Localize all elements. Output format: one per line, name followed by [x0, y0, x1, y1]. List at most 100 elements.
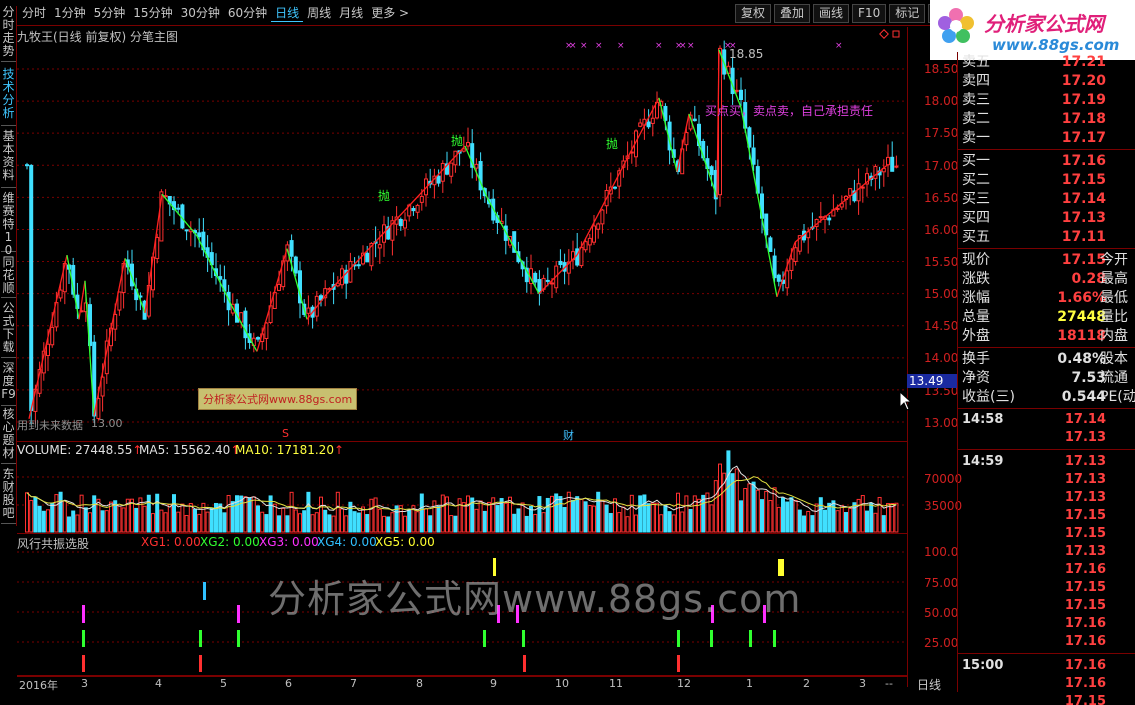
- volume-bar: [802, 515, 806, 533]
- f10-button[interactable]: F10: [852, 4, 887, 23]
- period-tab-weekly[interactable]: 周线: [303, 5, 335, 22]
- volume-bar: [340, 508, 344, 533]
- ask-price[interactable]: 17.20: [1062, 72, 1106, 90]
- main-chart-pane[interactable]: × × × × × × × × × × × × 九牧王(日线 前复权) 分笔主图 买点买，卖点卖，自己…: [17, 27, 907, 442]
- stat-value: 18118: [1057, 328, 1106, 344]
- period-tab-daily[interactable]: 日线: [271, 5, 304, 22]
- ask-row: 卖一 17.17: [960, 129, 1134, 147]
- period-tab-4[interactable]: 15分钟: [129, 5, 176, 22]
- price-tick: 14.00: [924, 351, 959, 365]
- tab-core-theme[interactable]: 核心题材: [1, 408, 16, 464]
- xg1-signal: [82, 655, 85, 672]
- volume-bar: [361, 506, 365, 533]
- volume-bar: [625, 516, 630, 533]
- candle-body: [466, 142, 470, 147]
- tab-formula-download[interactable]: 公式下载: [1, 302, 16, 358]
- candle-body: [356, 264, 361, 267]
- volume-bar: [272, 503, 277, 533]
- volume-bar: [293, 509, 298, 533]
- candle-body: [827, 217, 832, 221]
- ask-price[interactable]: 17.17: [1062, 129, 1106, 147]
- volume-bar: [184, 515, 189, 533]
- tab-intraday[interactable]: 分时走势: [1, 6, 16, 62]
- bid-price[interactable]: 17.13: [1062, 209, 1106, 227]
- volume-pane[interactable]: VOLUME: 27448.55↑ MA5: 15562.40↑ MA10: 1…: [17, 442, 907, 534]
- volume-bar: [436, 505, 441, 533]
- tick-price: 17.16: [1064, 658, 1106, 673]
- volume-bar: [104, 510, 109, 533]
- zigzag-segment: [124, 258, 146, 314]
- ask-price[interactable]: 17.21: [1062, 53, 1106, 71]
- tab-forum[interactable]: 东财股吧: [1, 468, 16, 524]
- tab-technical[interactable]: 技术分析: [1, 68, 16, 126]
- tab-weisaite[interactable]: 维赛特10: [1, 192, 16, 257]
- stat-row: 总量 27448 量比: [960, 308, 1134, 326]
- stat-extra-label: 内盘: [1100, 328, 1128, 344]
- candlestick-chart: ×× × × × × ×× × ×× ×: [17, 29, 907, 425]
- tab-depth-f9[interactable]: 深度F9: [1, 362, 16, 406]
- volume-bar: [579, 498, 584, 533]
- xg2-signal: [773, 630, 776, 647]
- overlay-button[interactable]: 叠加: [774, 4, 811, 23]
- volume-bar: [487, 501, 491, 533]
- period-tab-3[interactable]: 5分钟: [90, 5, 130, 22]
- bid-price[interactable]: 17.15: [1062, 171, 1106, 189]
- risk-notice: 买点买，卖点卖，自己承担责任: [705, 104, 874, 118]
- period-tab-monthly[interactable]: 月线: [335, 5, 367, 22]
- bid-price[interactable]: 17.14: [1062, 190, 1106, 208]
- volume-bar: [180, 503, 185, 533]
- tick-row: 17.13: [960, 429, 1134, 447]
- volume-bar: [768, 500, 773, 533]
- time-axis-label: 5: [220, 677, 227, 690]
- candle-body: [583, 241, 588, 251]
- period-indicator-button[interactable]: 日线: [917, 676, 941, 693]
- draw-line-button[interactable]: 画线: [813, 4, 850, 23]
- tick-price: 17.14: [1064, 412, 1106, 427]
- ma10-value: MA10: 17181.20: [235, 443, 334, 457]
- restore-rights-button[interactable]: 复权: [735, 4, 772, 23]
- volume-bar: [856, 498, 861, 533]
- candle-body: [545, 279, 550, 282]
- volume-bar: [151, 513, 155, 533]
- zigzag-segment: [794, 164, 888, 243]
- volume-bar: [327, 514, 332, 533]
- tab-fundamentals[interactable]: 基本资料: [1, 130, 16, 188]
- candle-body: [377, 244, 382, 249]
- stat-label: 涨跌: [962, 271, 990, 287]
- volume-bar: [600, 500, 605, 533]
- candle-body: [835, 207, 840, 210]
- time-axis-label: 6: [285, 677, 292, 690]
- tab-tonghuashun[interactable]: 同花顺: [1, 256, 16, 298]
- volume-bar: [629, 494, 634, 533]
- volume-bar: [617, 512, 622, 533]
- period-tab-2[interactable]: 1分钟: [50, 5, 90, 22]
- promo-banner[interactable]: 分析家公式网www.88gs.com: [198, 388, 358, 410]
- bid-price[interactable]: 17.16: [1062, 152, 1106, 170]
- ask-row: 卖四 17.20: [960, 72, 1134, 90]
- period-tab-1[interactable]: 分时: [18, 5, 50, 22]
- price-tick: 15.00: [924, 287, 959, 301]
- tick-price: 17.15: [1064, 526, 1106, 541]
- period-tab-6[interactable]: 60分钟: [224, 5, 271, 22]
- candle-body: [734, 89, 739, 92]
- volume-bar: [764, 490, 769, 533]
- volume-bar: [356, 512, 361, 533]
- candle-body: [348, 261, 353, 283]
- volume-bar: [642, 494, 647, 533]
- ask-price[interactable]: 17.19: [1062, 91, 1106, 109]
- mark-button[interactable]: 标记: [889, 4, 926, 23]
- price-tick: 16.50: [924, 191, 959, 205]
- low-price-label: 13.00: [91, 417, 123, 430]
- bid-price[interactable]: 17.11: [1062, 228, 1106, 246]
- ask-price[interactable]: 17.18: [1062, 110, 1106, 128]
- period-tab-more[interactable]: 更多 >: [367, 5, 413, 22]
- volume-bar: [172, 494, 176, 533]
- volume-bar: [260, 511, 265, 533]
- period-tab-5[interactable]: 30分钟: [177, 5, 224, 22]
- bid-level-label: 买二: [962, 172, 990, 188]
- volume-bar: [41, 510, 46, 533]
- volume-bar: [331, 515, 336, 533]
- indicator-tick: 100.0: [924, 545, 959, 559]
- tick-price: 17.13: [1064, 472, 1106, 487]
- time-axis-label: 1: [746, 677, 753, 690]
